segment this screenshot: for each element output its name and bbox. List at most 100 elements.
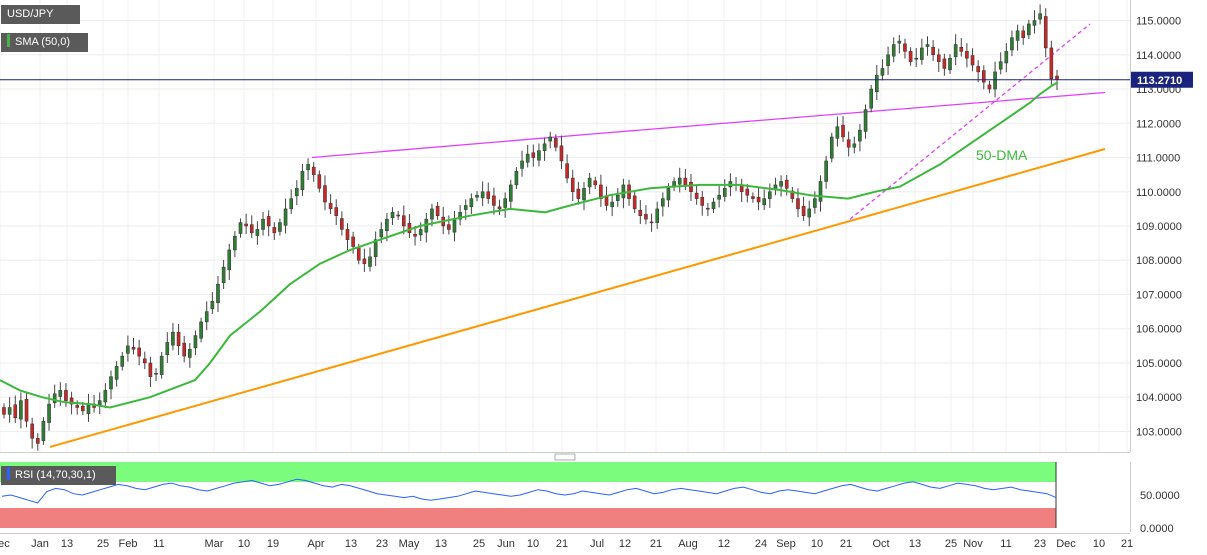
candle — [632, 191, 637, 213]
x-axis: Dec Jan 13 25 Feb 11 Mar 10 19 Apr 13 23 May 13 25 Jun 1… — [0, 538, 1133, 550]
x-tick-label: 25 — [97, 538, 109, 550]
candle — [233, 231, 237, 258]
x-tick-label: Dec — [0, 538, 10, 550]
candle — [1038, 4, 1042, 25]
candle — [317, 170, 322, 193]
candle — [649, 213, 654, 232]
x-tick-label: 13 — [345, 538, 357, 550]
rsi-tick-label: 50.0000 — [1140, 490, 1180, 502]
candle — [266, 210, 271, 237]
rsi-line — [1, 478, 1057, 504]
candle — [959, 38, 964, 57]
candle — [936, 48, 941, 72]
candle — [278, 218, 282, 236]
candle — [1043, 8, 1048, 58]
y-tick-label: 115.0000 — [1136, 16, 1181, 28]
candle — [188, 343, 192, 368]
candle — [981, 65, 986, 90]
candle — [126, 335, 130, 362]
candle — [531, 144, 536, 167]
candle — [807, 200, 812, 227]
candle — [998, 52, 1003, 75]
candle — [920, 38, 924, 65]
y-tick-label: 112.0000 — [1136, 118, 1181, 130]
candle — [976, 60, 980, 83]
x-tick-label: Feb — [119, 538, 138, 550]
candle — [86, 393, 91, 422]
candle — [835, 116, 840, 147]
rsi-y-axis: 50.0000 0.0000 — [1140, 490, 1180, 535]
x-tick-label: Mar — [205, 538, 224, 550]
x-tick-label: 10 — [1093, 538, 1105, 550]
candle — [790, 186, 795, 203]
candle — [1004, 43, 1009, 73]
candle — [306, 158, 310, 181]
candle — [846, 131, 851, 157]
y-tick-label: 108.0000 — [1136, 255, 1182, 267]
candle — [717, 184, 721, 208]
candle — [559, 135, 564, 170]
last-price-tag: 113.2710 — [1131, 71, 1193, 88]
candle — [824, 155, 828, 189]
candle — [931, 40, 935, 61]
candle — [396, 210, 400, 220]
candle — [390, 207, 395, 225]
legend-symbol[interactable]: USD/JPY — [1, 5, 80, 24]
candle — [238, 218, 243, 238]
candle — [1021, 25, 1026, 45]
candle — [694, 185, 699, 205]
candle — [779, 175, 783, 197]
candle — [829, 132, 834, 163]
candle — [903, 38, 907, 59]
x-tick-label: Dec — [1056, 538, 1076, 550]
candle — [2, 403, 6, 419]
candle — [171, 322, 175, 351]
y-tick-label: 110.0000 — [1136, 187, 1181, 199]
candle — [283, 198, 288, 234]
candle — [818, 175, 823, 212]
x-tick-label: 12 — [619, 538, 631, 550]
x-tick-label: 19 — [267, 538, 279, 550]
x-tick-label: 25 — [473, 538, 485, 550]
candle — [52, 384, 57, 408]
y-tick-label: 106.0000 — [1136, 324, 1182, 336]
candle — [610, 193, 614, 217]
candle — [261, 211, 265, 236]
x-tick-label: 10 — [811, 538, 823, 550]
candle — [925, 36, 930, 56]
legend-sma[interactable]: SMA (50,0) — [1, 33, 88, 52]
x-tick-label: 25 — [945, 538, 957, 550]
candle — [97, 392, 102, 414]
candle — [852, 136, 857, 154]
x-tick-label: 23 — [1034, 538, 1046, 550]
candle — [706, 203, 710, 217]
candle — [227, 243, 232, 281]
x-tick-label: Jul — [590, 538, 604, 550]
candle — [897, 34, 902, 54]
candle — [756, 186, 761, 211]
candle — [711, 197, 716, 213]
candle — [677, 167, 682, 193]
candle — [672, 177, 676, 192]
candle — [210, 292, 215, 315]
pane-resize-handle[interactable] — [554, 453, 576, 461]
x-tick-label: Apr — [307, 538, 324, 550]
rsi-pane: 50.0000 0.0000 — [0, 462, 1180, 535]
candle — [165, 332, 170, 363]
trendlines — [49, 23, 1106, 448]
candle — [148, 356, 153, 387]
candle — [942, 53, 947, 76]
y-tick-label: 105.0000 — [1136, 358, 1182, 370]
candle — [565, 154, 569, 184]
x-tick-label: 10 — [527, 538, 539, 550]
candle — [1015, 24, 1020, 51]
candle — [762, 189, 766, 210]
candle — [216, 275, 220, 312]
candle — [638, 199, 643, 224]
candle — [604, 186, 609, 211]
x-tick-label: May — [399, 538, 420, 550]
legend-rsi[interactable]: RSI (14,70,30,1) — [1, 466, 116, 485]
candle — [407, 214, 412, 238]
candle — [480, 181, 485, 207]
x-tick-label: Aug — [678, 538, 698, 550]
